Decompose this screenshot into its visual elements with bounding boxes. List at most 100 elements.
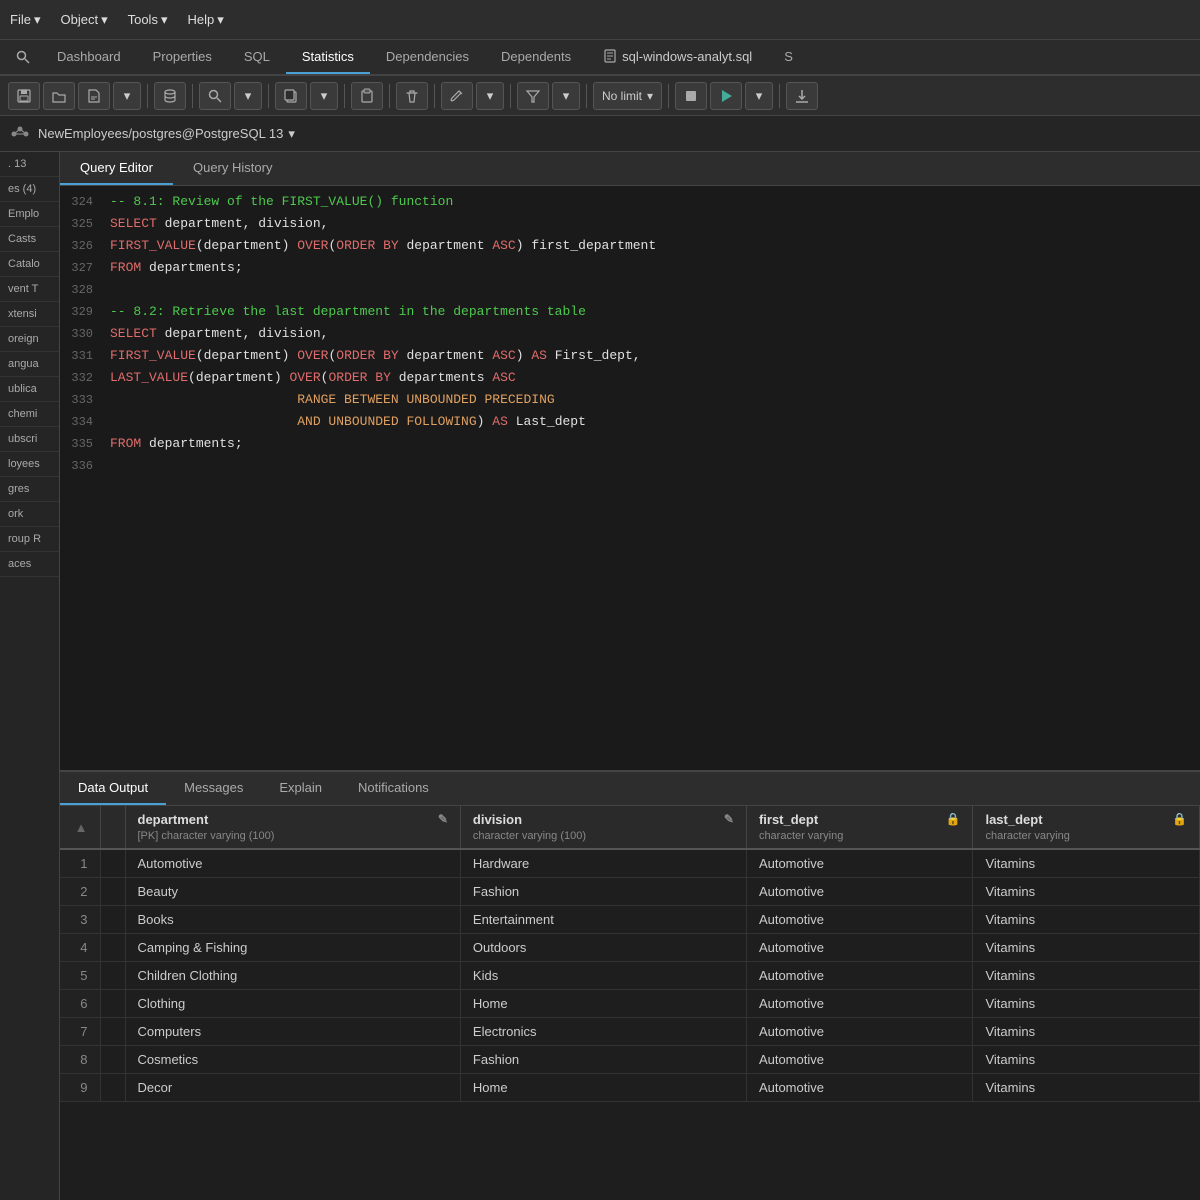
results-area: Data Output Messages Explain Notificatio… xyxy=(60,770,1200,1200)
code-line[interactable]: 331FIRST_VALUE(department) OVER(ORDER BY… xyxy=(60,348,1200,370)
toolbar-filter-dropdown-btn[interactable]: ▾ xyxy=(552,82,580,110)
toolbar-copy-dropdown-btn[interactable]: ▾ xyxy=(310,82,338,110)
code-line[interactable]: 327FROM departments; xyxy=(60,260,1200,282)
toolbar-run-dropdown-btn[interactable]: ▾ xyxy=(745,82,773,110)
menu-tools[interactable]: Tools ▾ xyxy=(128,12,168,28)
toolbar-edit-dropdown-btn[interactable]: ▾ xyxy=(476,82,504,110)
cell-division: Kids xyxy=(460,962,746,990)
toolbar-sep1 xyxy=(147,84,148,108)
toolbar-save2-btn[interactable] xyxy=(78,82,110,110)
sidebar-item-7[interactable]: oreign xyxy=(0,327,59,352)
sidebar-item-14[interactable]: ork xyxy=(0,502,59,527)
query-history-tab[interactable]: Query History xyxy=(173,152,292,185)
cell-division: Hardware xyxy=(460,849,746,878)
toolbar-save-btn[interactable] xyxy=(8,82,40,110)
content-area: Query Editor Query History 324-- 8.1: Re… xyxy=(60,152,1200,1200)
cell-division: Electronics xyxy=(460,1018,746,1046)
table-row[interactable]: 3BooksEntertainmentAutomotiveVitamins xyxy=(60,906,1200,934)
sidebar-item-3[interactable]: Casts xyxy=(0,227,59,252)
code-line[interactable]: 326FIRST_VALUE(department) OVER(ORDER BY… xyxy=(60,238,1200,260)
cell-last_dept: Vitamins xyxy=(973,990,1200,1018)
results-tab-data-output[interactable]: Data Output xyxy=(60,772,166,805)
table-row[interactable]: 9DecorHomeAutomotiveVitamins xyxy=(60,1074,1200,1102)
toolbar-open-btn[interactable] xyxy=(43,82,75,110)
code-line[interactable]: 334 AND UNBOUNDED FOLLOWING) AS Last_dep… xyxy=(60,414,1200,436)
menu-file[interactable]: File ▾ xyxy=(10,12,40,28)
col-header-department[interactable]: department ✎[PK] character varying (100) xyxy=(125,806,460,849)
cell-last_dept: Vitamins xyxy=(973,906,1200,934)
tab-s[interactable]: S xyxy=(768,40,809,74)
tab-statistics[interactable]: Statistics xyxy=(286,40,370,74)
code-line[interactable]: 324-- 8.1: Review of the FIRST_VALUE() f… xyxy=(60,194,1200,216)
tab-sql[interactable]: SQL xyxy=(228,40,286,74)
toolbar-db-btn[interactable] xyxy=(154,82,186,110)
table-row[interactable]: 4Camping & FishingOutdoorsAutomotiveVita… xyxy=(60,934,1200,962)
sidebar-item-15[interactable]: roup R xyxy=(0,527,59,552)
toolbar-sep9 xyxy=(668,84,669,108)
code-line[interactable]: 325SELECT department, division, xyxy=(60,216,1200,238)
code-line[interactable]: 333 RANGE BETWEEN UNBOUNDED PRECEDING xyxy=(60,392,1200,414)
toolbar-sep3 xyxy=(268,84,269,108)
sidebar-item-5[interactable]: vent T xyxy=(0,277,59,302)
menu-object[interactable]: Object ▾ xyxy=(60,12,107,28)
sidebar-item-9[interactable]: ublica xyxy=(0,377,59,402)
sidebar-item-13[interactable]: gres xyxy=(0,477,59,502)
query-editor-tab[interactable]: Query Editor xyxy=(60,152,173,185)
table-row[interactable]: 8CosmeticsFashionAutomotiveVitamins xyxy=(60,1046,1200,1074)
toolbar-delete-btn[interactable] xyxy=(396,82,428,110)
table-row[interactable]: 5Children ClothingKidsAutomotiveVitamins xyxy=(60,962,1200,990)
sidebar-item-0[interactable]: . 13 xyxy=(0,152,59,177)
tab-dependencies[interactable]: Dependencies xyxy=(370,40,485,74)
sidebar-item-8[interactable]: angua xyxy=(0,352,59,377)
data-table-container[interactable]: ▲department ✎[PK] character varying (100… xyxy=(60,806,1200,1200)
table-row[interactable]: 6ClothingHomeAutomotiveVitamins xyxy=(60,990,1200,1018)
toolbar-download-btn[interactable] xyxy=(786,82,818,110)
code-editor[interactable]: 324-- 8.1: Review of the FIRST_VALUE() f… xyxy=(60,186,1200,770)
toolbar-sep8 xyxy=(586,84,587,108)
cell-last_dept: Vitamins xyxy=(973,878,1200,906)
col-header-first_dept[interactable]: first_dept 🔒character varying xyxy=(746,806,973,849)
toolbar-filter-btn[interactable] xyxy=(517,82,549,110)
toolbar-search-dropdown-btn[interactable]: ▾ xyxy=(234,82,262,110)
sidebar-item-1[interactable]: es (4) xyxy=(0,177,59,202)
toolbar-sep5 xyxy=(389,84,390,108)
sidebar-item-6[interactable]: xtensi xyxy=(0,302,59,327)
sidebar-item-12[interactable]: loyees xyxy=(0,452,59,477)
results-tab-explain[interactable]: Explain xyxy=(261,772,340,805)
tab-sql-file[interactable]: sql-windows-analyt.sql xyxy=(587,40,768,74)
sidebar-item-16[interactable]: aces xyxy=(0,552,59,577)
cell-last_dept: Vitamins xyxy=(973,1018,1200,1046)
col-header-last_dept[interactable]: last_dept 🔒character varying xyxy=(973,806,1200,849)
tab-dashboard[interactable]: Dashboard xyxy=(41,40,137,74)
toolbar-copy-btn[interactable] xyxy=(275,82,307,110)
connection-label[interactable]: NewEmployees/postgres@PostgreSQL 13 ▾ xyxy=(38,126,295,142)
tab-search-icon[interactable] xyxy=(5,40,41,74)
sidebar-item-11[interactable]: ubscri xyxy=(0,427,59,452)
table-row[interactable]: 2BeautyFashionAutomotiveVitamins xyxy=(60,878,1200,906)
code-line[interactable]: 335FROM departments; xyxy=(60,436,1200,458)
toolbar-dropdown1-btn[interactable]: ▾ xyxy=(113,82,141,110)
sidebar-item-2[interactable]: Emplo xyxy=(0,202,59,227)
sidebar-item-4[interactable]: Catalo xyxy=(0,252,59,277)
table-row[interactable]: 1AutomotiveHardwareAutomotiveVitamins xyxy=(60,849,1200,878)
tab-dependents[interactable]: Dependents xyxy=(485,40,587,74)
results-tab-messages[interactable]: Messages xyxy=(166,772,261,805)
table-row[interactable]: 7ComputersElectronicsAutomotiveVitamins xyxy=(60,1018,1200,1046)
results-tab-notifications[interactable]: Notifications xyxy=(340,772,447,805)
toolbar-stop-btn[interactable] xyxy=(675,82,707,110)
toolbar-limit-dropdown[interactable]: No limit ▾ xyxy=(593,82,662,110)
toolbar-paste-btn[interactable] xyxy=(351,82,383,110)
toolbar-run-btn[interactable] xyxy=(710,82,742,110)
sidebar-item-10[interactable]: chemi xyxy=(0,402,59,427)
toolbar-search-btn[interactable] xyxy=(199,82,231,110)
code-line[interactable]: 336 xyxy=(60,458,1200,480)
code-line[interactable]: 332LAST_VALUE(department) OVER(ORDER BY … xyxy=(60,370,1200,392)
code-line[interactable]: 330SELECT department, division, xyxy=(60,326,1200,348)
col-header-division[interactable]: division ✎character varying (100) xyxy=(460,806,746,849)
menu-help[interactable]: Help ▾ xyxy=(187,12,223,28)
toolbar-edit-btn[interactable] xyxy=(441,82,473,110)
tab-properties[interactable]: Properties xyxy=(137,40,228,74)
cell-division: Entertainment xyxy=(460,906,746,934)
code-line[interactable]: 329-- 8.2: Retrieve the last department … xyxy=(60,304,1200,326)
code-line[interactable]: 328 xyxy=(60,282,1200,304)
